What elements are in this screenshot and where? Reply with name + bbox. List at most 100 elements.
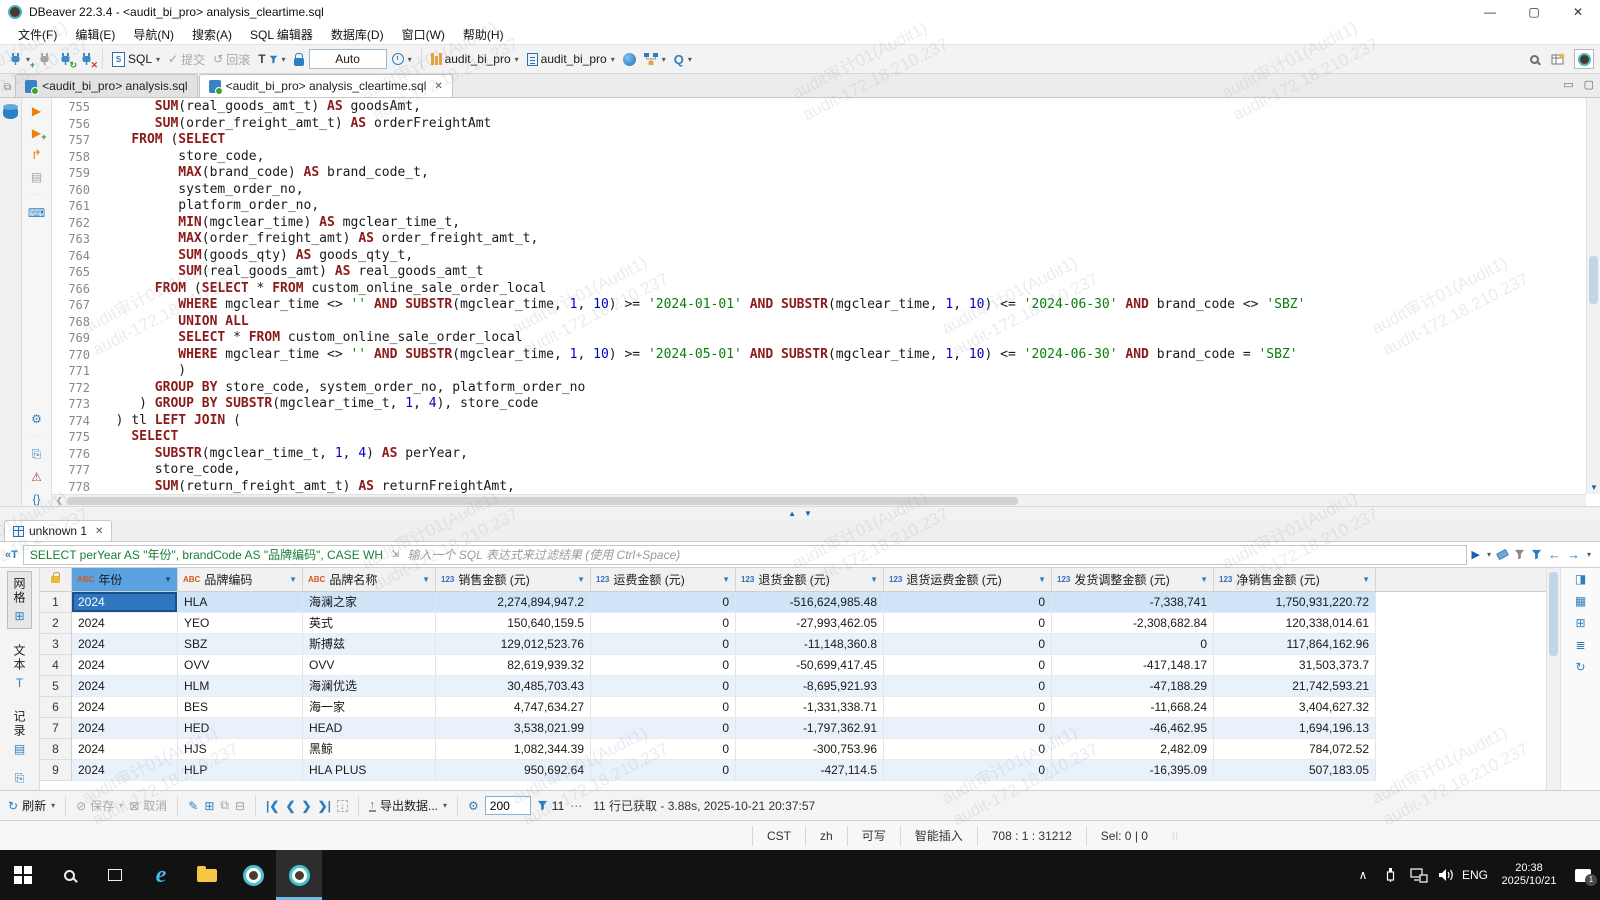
cell[interactable]: 0 bbox=[591, 676, 736, 697]
cell[interactable]: -8,695,921.93 bbox=[736, 676, 884, 697]
code-line[interactable]: SUM(order_freight_amt_t) AS orderFreight… bbox=[100, 116, 1600, 133]
code-line[interactable]: ) GROUP BY SUBSTR(mgclear_time_t, 1, 4),… bbox=[100, 396, 1600, 413]
internet-explorer-button[interactable]: e bbox=[138, 850, 184, 900]
cell[interactable]: -417,148.17 bbox=[1052, 655, 1214, 676]
cell[interactable]: 0 bbox=[884, 697, 1052, 718]
references-panel-icon[interactable]: ↻ bbox=[1575, 660, 1585, 674]
cell[interactable]: 黑鲸 bbox=[303, 739, 436, 760]
cell[interactable]: 0 bbox=[591, 592, 736, 613]
er-diagram-button[interactable]: ▾ bbox=[641, 51, 669, 67]
column-header[interactable]: ABC品牌编码▼ bbox=[178, 568, 303, 591]
column-filter-arrow-icon[interactable]: ▼ bbox=[422, 575, 430, 584]
status-item[interactable]: zh bbox=[805, 826, 847, 846]
code-line[interactable]: UNION ALL bbox=[100, 314, 1600, 331]
code-line[interactable]: MAX(order_freight_amt) AS order_freight_… bbox=[100, 231, 1600, 248]
maximize-panel-icon[interactable]: ◨ bbox=[1575, 572, 1586, 586]
cell[interactable]: 950,692.64 bbox=[436, 760, 591, 781]
code-line[interactable]: WHERE mgclear_time <> '' AND SUBSTR(mgcl… bbox=[100, 347, 1600, 364]
grid-settings-button[interactable]: ⚙ bbox=[468, 799, 479, 813]
cell[interactable]: 0 bbox=[884, 613, 1052, 634]
reconnect-button[interactable]: ↻ bbox=[56, 50, 75, 68]
scrollbar-thumb[interactable] bbox=[1589, 256, 1598, 304]
editor-horizontal-scrollbar[interactable]: ❮ bbox=[52, 494, 1586, 506]
column-filter-arrow-icon[interactable]: ▼ bbox=[1200, 575, 1208, 584]
menu-item[interactable]: 帮助(H) bbox=[455, 25, 512, 44]
sql-terminal-button[interactable]: ⌨ bbox=[29, 205, 45, 220]
fetch-size-input[interactable] bbox=[485, 796, 531, 815]
menu-item[interactable]: SQL 编辑器 bbox=[242, 25, 321, 44]
cell[interactable]: 4,747,634.27 bbox=[436, 697, 591, 718]
expand-filter-icon[interactable]: ⇲ bbox=[391, 549, 399, 560]
cell[interactable]: 海澜之家 bbox=[303, 592, 436, 613]
cell[interactable]: 0 bbox=[884, 592, 1052, 613]
cell[interactable]: 2024 bbox=[72, 592, 178, 613]
cell[interactable]: -50,699,417.45 bbox=[736, 655, 884, 676]
cell[interactable]: 0 bbox=[1052, 634, 1214, 655]
value-view-panel-icon[interactable]: ▦ bbox=[1575, 594, 1586, 608]
chevron-down-icon[interactable]: ▾ bbox=[408, 55, 412, 64]
cell[interactable]: 0 bbox=[591, 697, 736, 718]
menu-item[interactable]: 文件(F) bbox=[10, 25, 65, 44]
metadata-panel-icon[interactable]: ≣ bbox=[1575, 638, 1585, 652]
status-item[interactable]: 可写 bbox=[847, 826, 900, 846]
column-filter-arrow-icon[interactable]: ▼ bbox=[164, 575, 172, 584]
chevron-down-icon[interactable]: ▾ bbox=[1487, 550, 1491, 559]
dbeaver-taskbar-button[interactable] bbox=[230, 850, 276, 900]
cell[interactable]: HLA PLUS bbox=[303, 760, 436, 781]
column-filter-arrow-icon[interactable]: ▼ bbox=[722, 575, 730, 584]
cell[interactable]: 0 bbox=[884, 718, 1052, 739]
cell[interactable]: -27,993,462.05 bbox=[736, 613, 884, 634]
cell[interactable]: 2,482.09 bbox=[1052, 739, 1214, 760]
cell[interactable]: SBZ bbox=[178, 634, 303, 655]
cell[interactable]: 2024 bbox=[72, 655, 178, 676]
cell[interactable]: HJS bbox=[178, 739, 303, 760]
database-select[interactable]: audit_bi_pro ▾ bbox=[428, 50, 522, 68]
network-icon[interactable] bbox=[1406, 850, 1432, 900]
cell[interactable]: -300,753.96 bbox=[736, 739, 884, 760]
filter-input[interactable]: SELECT perYear AS "年份", brandCode AS "品牌… bbox=[23, 545, 1467, 565]
cell[interactable]: 2024 bbox=[72, 760, 178, 781]
cell[interactable]: BES bbox=[178, 697, 303, 718]
cell[interactable]: 海一家 bbox=[303, 697, 436, 718]
execute-new-tab-button[interactable]: ▶+ bbox=[29, 125, 45, 140]
code-area[interactable]: SUM(real_goods_amt_t) AS goodsAmt, SUM(o… bbox=[100, 98, 1600, 494]
refresh-button[interactable]: ↻ 刷新 ▾ bbox=[8, 797, 55, 814]
cell[interactable]: HED bbox=[178, 718, 303, 739]
cell[interactable]: 0 bbox=[884, 739, 1052, 760]
row-number-cell[interactable]: 7 bbox=[40, 718, 72, 739]
language-indicator[interactable]: ENG bbox=[1462, 850, 1488, 900]
code-line[interactable]: FROM (SELECT * FROM custom_online_sale_o… bbox=[100, 281, 1600, 298]
usb-icon[interactable] bbox=[1378, 850, 1404, 900]
code-line[interactable]: SUM(goods_qty) AS goods_qty_t, bbox=[100, 248, 1600, 265]
cell[interactable]: -47,188.29 bbox=[1052, 676, 1214, 697]
nav-forward-button[interactable]: → bbox=[1567, 547, 1580, 562]
cell[interactable]: 0 bbox=[591, 634, 736, 655]
cell[interactable]: 斯搏兹 bbox=[303, 634, 436, 655]
cell[interactable]: 0 bbox=[591, 655, 736, 676]
cell[interactable]: -46,462.95 bbox=[1052, 718, 1214, 739]
abort-connection-button[interactable]: ✕ bbox=[77, 50, 96, 68]
cell[interactable]: -16,395.09 bbox=[1052, 760, 1214, 781]
sql-editor-button[interactable]: S SQL ▾ bbox=[109, 50, 163, 69]
cell[interactable]: 117,864,162.96 bbox=[1214, 634, 1376, 655]
maximize-button[interactable]: ▢ bbox=[1512, 0, 1556, 24]
code-line[interactable]: WHERE mgclear_time <> '' AND SUBSTR(mgcl… bbox=[100, 297, 1600, 314]
scrollbar-thumb[interactable] bbox=[1549, 572, 1558, 656]
cell[interactable]: 0 bbox=[884, 676, 1052, 697]
cell[interactable]: 2024 bbox=[72, 718, 178, 739]
chevron-down-icon[interactable]: ▾ bbox=[156, 55, 160, 64]
cell[interactable]: 129,012,523.76 bbox=[436, 634, 591, 655]
cell[interactable]: -2,308,682.84 bbox=[1052, 613, 1214, 634]
row-number-cell[interactable]: 5 bbox=[40, 676, 72, 697]
editor-layout-icon[interactable]: ⧉ bbox=[4, 82, 11, 93]
cell[interactable]: -1,331,338.71 bbox=[736, 697, 884, 718]
add-presentation-icon[interactable]: ⎘ bbox=[15, 771, 25, 786]
collapse-down-icon[interactable]: ▼ bbox=[804, 510, 812, 518]
cell[interactable]: 2024 bbox=[72, 613, 178, 634]
chevron-down-icon[interactable]: ▾ bbox=[688, 55, 692, 64]
cell[interactable]: 0 bbox=[884, 655, 1052, 676]
code-line[interactable]: platform_order_no, bbox=[100, 198, 1600, 215]
cell[interactable]: -516,624,985.48 bbox=[736, 592, 884, 613]
code-line[interactable]: GROUP BY store_code, system_order_no, pl… bbox=[100, 380, 1600, 397]
dbeaver-account-button[interactable] bbox=[1574, 49, 1594, 69]
